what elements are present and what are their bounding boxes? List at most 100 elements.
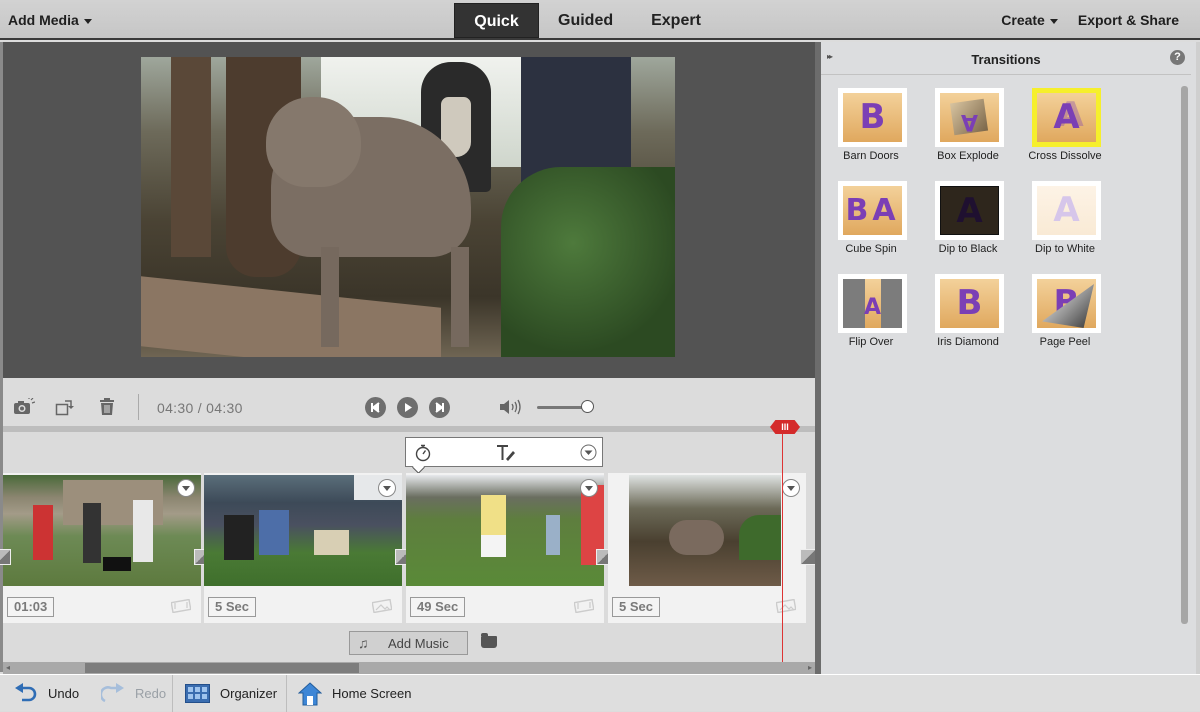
- tab-quick[interactable]: Quick: [454, 3, 539, 38]
- trash-icon[interactable]: [99, 398, 115, 416]
- help-icon[interactable]: ?: [1170, 50, 1185, 65]
- organizer-icon: [185, 684, 210, 703]
- flip-over-icon: A: [843, 279, 902, 328]
- clip-thumbnail: [406, 475, 604, 586]
- volume-icon[interactable]: [499, 398, 523, 416]
- dropdown-icon[interactable]: [580, 444, 597, 461]
- video-clip-icon: [170, 598, 192, 616]
- home-screen-button[interactable]: Home Screen: [298, 675, 411, 712]
- add-media-menu[interactable]: Add Media: [8, 12, 92, 28]
- transition-label: Cross Dissolve: [1028, 150, 1102, 162]
- bottom-bar-divider: [286, 675, 287, 712]
- add-music-button[interactable]: ♫ Add Music: [349, 631, 468, 655]
- panel-vertical-scrollbar[interactable]: [1181, 86, 1188, 624]
- music-note-icon: ♫: [358, 635, 369, 651]
- transition-label: Barn Doors: [843, 150, 899, 162]
- box-explode-icon: A: [940, 93, 999, 142]
- playhead-line: [782, 426, 783, 662]
- mode-tabs: Quick Guided Expert: [454, 3, 720, 38]
- organizer-label: Organizer: [220, 686, 278, 701]
- clip-thumbnail: [629, 475, 781, 586]
- timeline-clip[interactable]: 5 Sec: [608, 473, 806, 623]
- barn-doors-icon: B: [843, 93, 902, 142]
- image-clip-icon: [775, 598, 797, 616]
- transition-label: Dip to White: [1035, 243, 1095, 255]
- panel-edge: [1196, 42, 1200, 674]
- transition-thumbnail: A: [1032, 181, 1101, 240]
- transition-thumbnail: B: [838, 88, 907, 147]
- scroll-right-arrow-icon[interactable]: ▸: [808, 663, 812, 672]
- export-share-menu[interactable]: Export & Share: [1078, 12, 1179, 28]
- image-clip-icon: [371, 598, 393, 616]
- panel-title: Transitions: [971, 52, 1041, 67]
- cube-spin-icon: BA: [843, 186, 902, 235]
- clip-menu-button[interactable]: [177, 479, 195, 497]
- transitions-panel: ▸▸ Transitions ? B Barn Doors A Box Expl…: [821, 42, 1200, 674]
- transition-handle[interactable]: [0, 549, 11, 565]
- image-dog-leg: [451, 247, 469, 347]
- transition-label: Iris Diamond: [937, 336, 999, 348]
- transition-thumbnail: A: [1032, 88, 1101, 147]
- dip-to-white-icon: A: [1037, 186, 1096, 235]
- timeline-clip[interactable]: 5 Sec: [204, 473, 402, 623]
- play-button[interactable]: [397, 397, 418, 418]
- add-music-label: Add Music: [388, 636, 449, 651]
- next-frame-button[interactable]: [429, 397, 450, 418]
- transition-thumbnail: BA: [838, 181, 907, 240]
- transition-thumbnail: B: [935, 274, 1004, 333]
- image-tree: [171, 57, 211, 257]
- scrollbar-thumb[interactable]: [85, 663, 359, 673]
- volume-slider-knob[interactable]: [581, 400, 594, 413]
- clip-menu-button[interactable]: [782, 479, 800, 497]
- transition-label: Dip to Black: [938, 243, 998, 255]
- page-peel-icon: B: [1037, 279, 1096, 328]
- timeline: 01:03 5 Sec 49 Sec 5 Sec III ♫ Add Music: [0, 420, 816, 662]
- image-bush: [501, 167, 675, 357]
- cross-dissolve-icon: A: [1037, 93, 1096, 142]
- timeline-horizontal-scrollbar[interactable]: ◂ ▸: [3, 662, 815, 674]
- top-bar: Add Media Quick Guided Expert Create Exp…: [0, 0, 1200, 40]
- clip-duration[interactable]: 01:03: [7, 597, 55, 617]
- volume-slider-track[interactable]: [537, 406, 587, 409]
- tab-guided[interactable]: Guided: [539, 3, 632, 38]
- clip-duration[interactable]: 5 Sec: [208, 597, 256, 617]
- tab-expert[interactable]: Expert: [632, 3, 720, 38]
- preview-image: [141, 57, 675, 357]
- snapshot-camera-icon[interactable]: [13, 398, 35, 416]
- clip-menu-button[interactable]: [378, 479, 396, 497]
- stopwatch-icon[interactable]: [415, 444, 431, 462]
- bottom-bar: Undo Redo Organizer Home Screen: [0, 674, 1200, 712]
- redo-icon: [101, 682, 124, 702]
- home-screen-label: Home Screen: [332, 686, 412, 701]
- clip-duration[interactable]: 49 Sec: [410, 597, 466, 617]
- fast-forward-icon: [435, 402, 444, 413]
- folder-icon[interactable]: [481, 633, 497, 648]
- transition-handle[interactable]: [800, 549, 816, 565]
- rewind-icon: [371, 402, 380, 413]
- timeline-clip[interactable]: 49 Sec: [406, 473, 604, 623]
- create-menu[interactable]: Create: [1001, 12, 1058, 28]
- panel-header: ▸▸ Transitions ?: [821, 42, 1191, 75]
- redo-button[interactable]: Redo: [101, 675, 166, 712]
- organizer-button[interactable]: Organizer: [185, 675, 277, 712]
- undo-icon: [15, 682, 37, 701]
- undo-button[interactable]: Undo: [14, 675, 79, 712]
- playhead-handle[interactable]: III: [770, 420, 800, 434]
- create-label: Create: [1001, 12, 1045, 28]
- home-icon: [298, 681, 322, 705]
- scroll-left-arrow-icon[interactable]: ◂: [6, 663, 10, 672]
- toolbar-divider: [138, 394, 139, 420]
- timecode-current: 04:30: [157, 400, 194, 416]
- chevron-down-icon: [83, 18, 92, 24]
- timeline-clip[interactable]: 01:03: [3, 473, 201, 623]
- clip-thumbnail: [3, 475, 201, 586]
- top-right-menus: Create Export & Share: [1001, 12, 1179, 28]
- previous-frame-button[interactable]: [365, 397, 386, 418]
- transition-label: Box Explode: [937, 150, 999, 162]
- clip-menu-button[interactable]: [580, 479, 598, 497]
- timecode: 04:30 / 04:30: [157, 400, 243, 416]
- timeline-ruler[interactable]: [3, 426, 815, 432]
- rotate-icon[interactable]: [55, 398, 77, 416]
- text-edit-icon[interactable]: [496, 444, 516, 462]
- clip-duration[interactable]: 5 Sec: [612, 597, 660, 617]
